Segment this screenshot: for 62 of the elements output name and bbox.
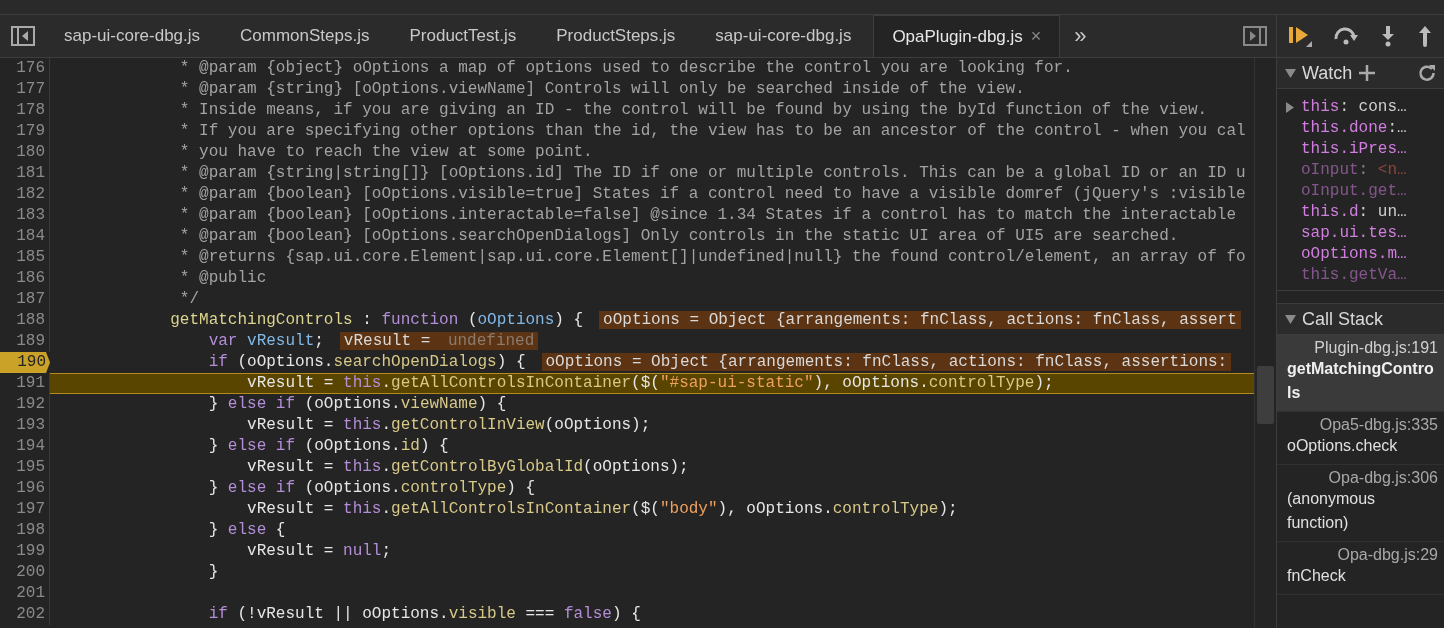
code-line: * @public — [178, 268, 268, 289]
code-line: * @param {object} oOptions a map of options used to describe the control you are looking for. — [178, 58, 1074, 79]
code-line: * @param {boolean} [oOptions.interactable=false] @since 1.34 States if a control has to match the interactable — [178, 205, 1237, 226]
file-tab[interactable]: sap-ui-core-dbg.js — [697, 15, 870, 57]
close-icon[interactable]: × — [1030, 26, 1042, 47]
code-line: vResult = this.getAllControlsInContainer($("body"), oOptions.controlType); — [246, 499, 959, 520]
code-line: getMatchingControls : function (oOptions) { oOptions = Object {arrangements: fnClass, actions: fnClass, assert — [50, 310, 1254, 331]
watch-expression[interactable]: this: cons… — [1285, 97, 1440, 118]
file-tab[interactable]: ProductSteps.js — [538, 15, 694, 57]
code-line: * @param {boolean} [oOptions.visible=true] States if a control need to have a visible domref (jQuery's :visible — [178, 184, 1247, 205]
watch-expression[interactable]: oOptions.m… — [1285, 244, 1440, 265]
code-line: vResult = this.getControlInView(oOptions); — [246, 415, 652, 436]
code-line: } — [207, 562, 220, 583]
code-line: } else if (oOptions.viewName) { — [207, 394, 508, 415]
refresh-icon[interactable] — [1418, 64, 1436, 82]
frame-location: Opa5-dbg.js:335 — [1318, 416, 1438, 434]
breakpoint-marker[interactable]: 190 — [0, 352, 50, 373]
code-line: if (!vResult || oOptions.visible === false) { — [207, 604, 642, 625]
frame-function: getMatchingControls — [1287, 359, 1435, 403]
watch-expression[interactable]: this.iPres… — [1285, 139, 1440, 160]
file-tab[interactable]: ProductTest.js — [391, 15, 535, 57]
frame-location: Opa-dbg.js:29 — [1336, 546, 1438, 564]
call-stack-frame[interactable]: Plugin-dbg.js:191 getMatchingControls — [1277, 335, 1444, 412]
watch-expression[interactable]: this.done:… — [1285, 118, 1440, 139]
add-icon[interactable] — [1358, 64, 1377, 82]
file-tab[interactable]: CommonSteps.js — [222, 15, 388, 57]
step-over-icon[interactable] — [1332, 26, 1359, 46]
expand-triangle-icon[interactable] — [1285, 102, 1295, 113]
code-line: * @param {string} [oOptions.viewName] Controls will only be searched inside of the view. — [178, 79, 1026, 100]
scrollbar[interactable] — [1254, 58, 1276, 628]
code-line: var vResult; vResult = undefined — [50, 331, 1254, 352]
frame-location: Plugin-dbg.js:191 — [1313, 339, 1438, 357]
frame-function: (anonymous function) — [1287, 489, 1377, 533]
code-line: * @returns {sap.ui.core.Element|sap.ui.core.Element[]|undefined|null} the found control/element, an array of fo — [178, 247, 1247, 268]
step-into-icon[interactable] — [1380, 25, 1397, 47]
watch-expression[interactable]: oInput: <n… — [1285, 160, 1440, 181]
code-line: vResult = null; — [246, 541, 393, 562]
code-line: } else if (oOptions.controlType) { — [207, 478, 537, 499]
code-line: vResult = this.getControlByGlobalId(oOptions); — [246, 457, 690, 478]
code-line: * If you are specifying other options than the id, the view has to be an ancestor of the control - when you cal — [178, 121, 1247, 142]
watch-expression[interactable]: this.d: un… — [1285, 202, 1440, 223]
file-tab[interactable]: OpaPlugin-dbg.js × — [873, 15, 1061, 57]
expand-triangle-icon[interactable] — [1285, 313, 1296, 325]
resume-icon[interactable] — [1287, 25, 1312, 47]
frame-location: Opa-dbg.js:306 — [1327, 469, 1438, 487]
code-line: } else if (oOptions.id) { — [207, 436, 450, 457]
code-line: * @param {string|string[]} [oOptions.id] The ID if one or multiple controls. This can be a global ID or an ID u — [178, 163, 1247, 184]
code-line: * Inside means, if you are giving an ID - the control will be found by using the byId function of the view. — [178, 100, 1209, 121]
expand-triangle-icon[interactable] — [1285, 67, 1296, 79]
code-line: * you have to reach the view at some point. — [178, 142, 594, 163]
code-line: if (oOptions.searchOpenDialogs) { oOptions = Object {arrangements: fnClass, actions: fnClass, assertions: — [50, 352, 1254, 373]
watch-expression[interactable]: sap.ui.tes… — [1285, 223, 1440, 244]
more-tabs-button[interactable]: » — [1064, 23, 1097, 49]
code-line: */ — [178, 289, 201, 310]
step-out-icon[interactable] — [1417, 25, 1434, 47]
code-line: } else { — [207, 520, 287, 541]
frame-function: fnCheck — [1287, 566, 1347, 586]
code-line: * @param {boolean} [oOptions.searchOpenDialogs] Only controls in the static UI area of UI5 are searched. — [178, 226, 1180, 247]
sidebar-toggle-icon[interactable] — [10, 25, 36, 47]
frame-function: oOptions.check — [1287, 436, 1399, 456]
sidebar-toggle-icon[interactable] — [1242, 25, 1268, 47]
file-tab[interactable]: sap-ui-core-dbg.js — [46, 15, 219, 57]
